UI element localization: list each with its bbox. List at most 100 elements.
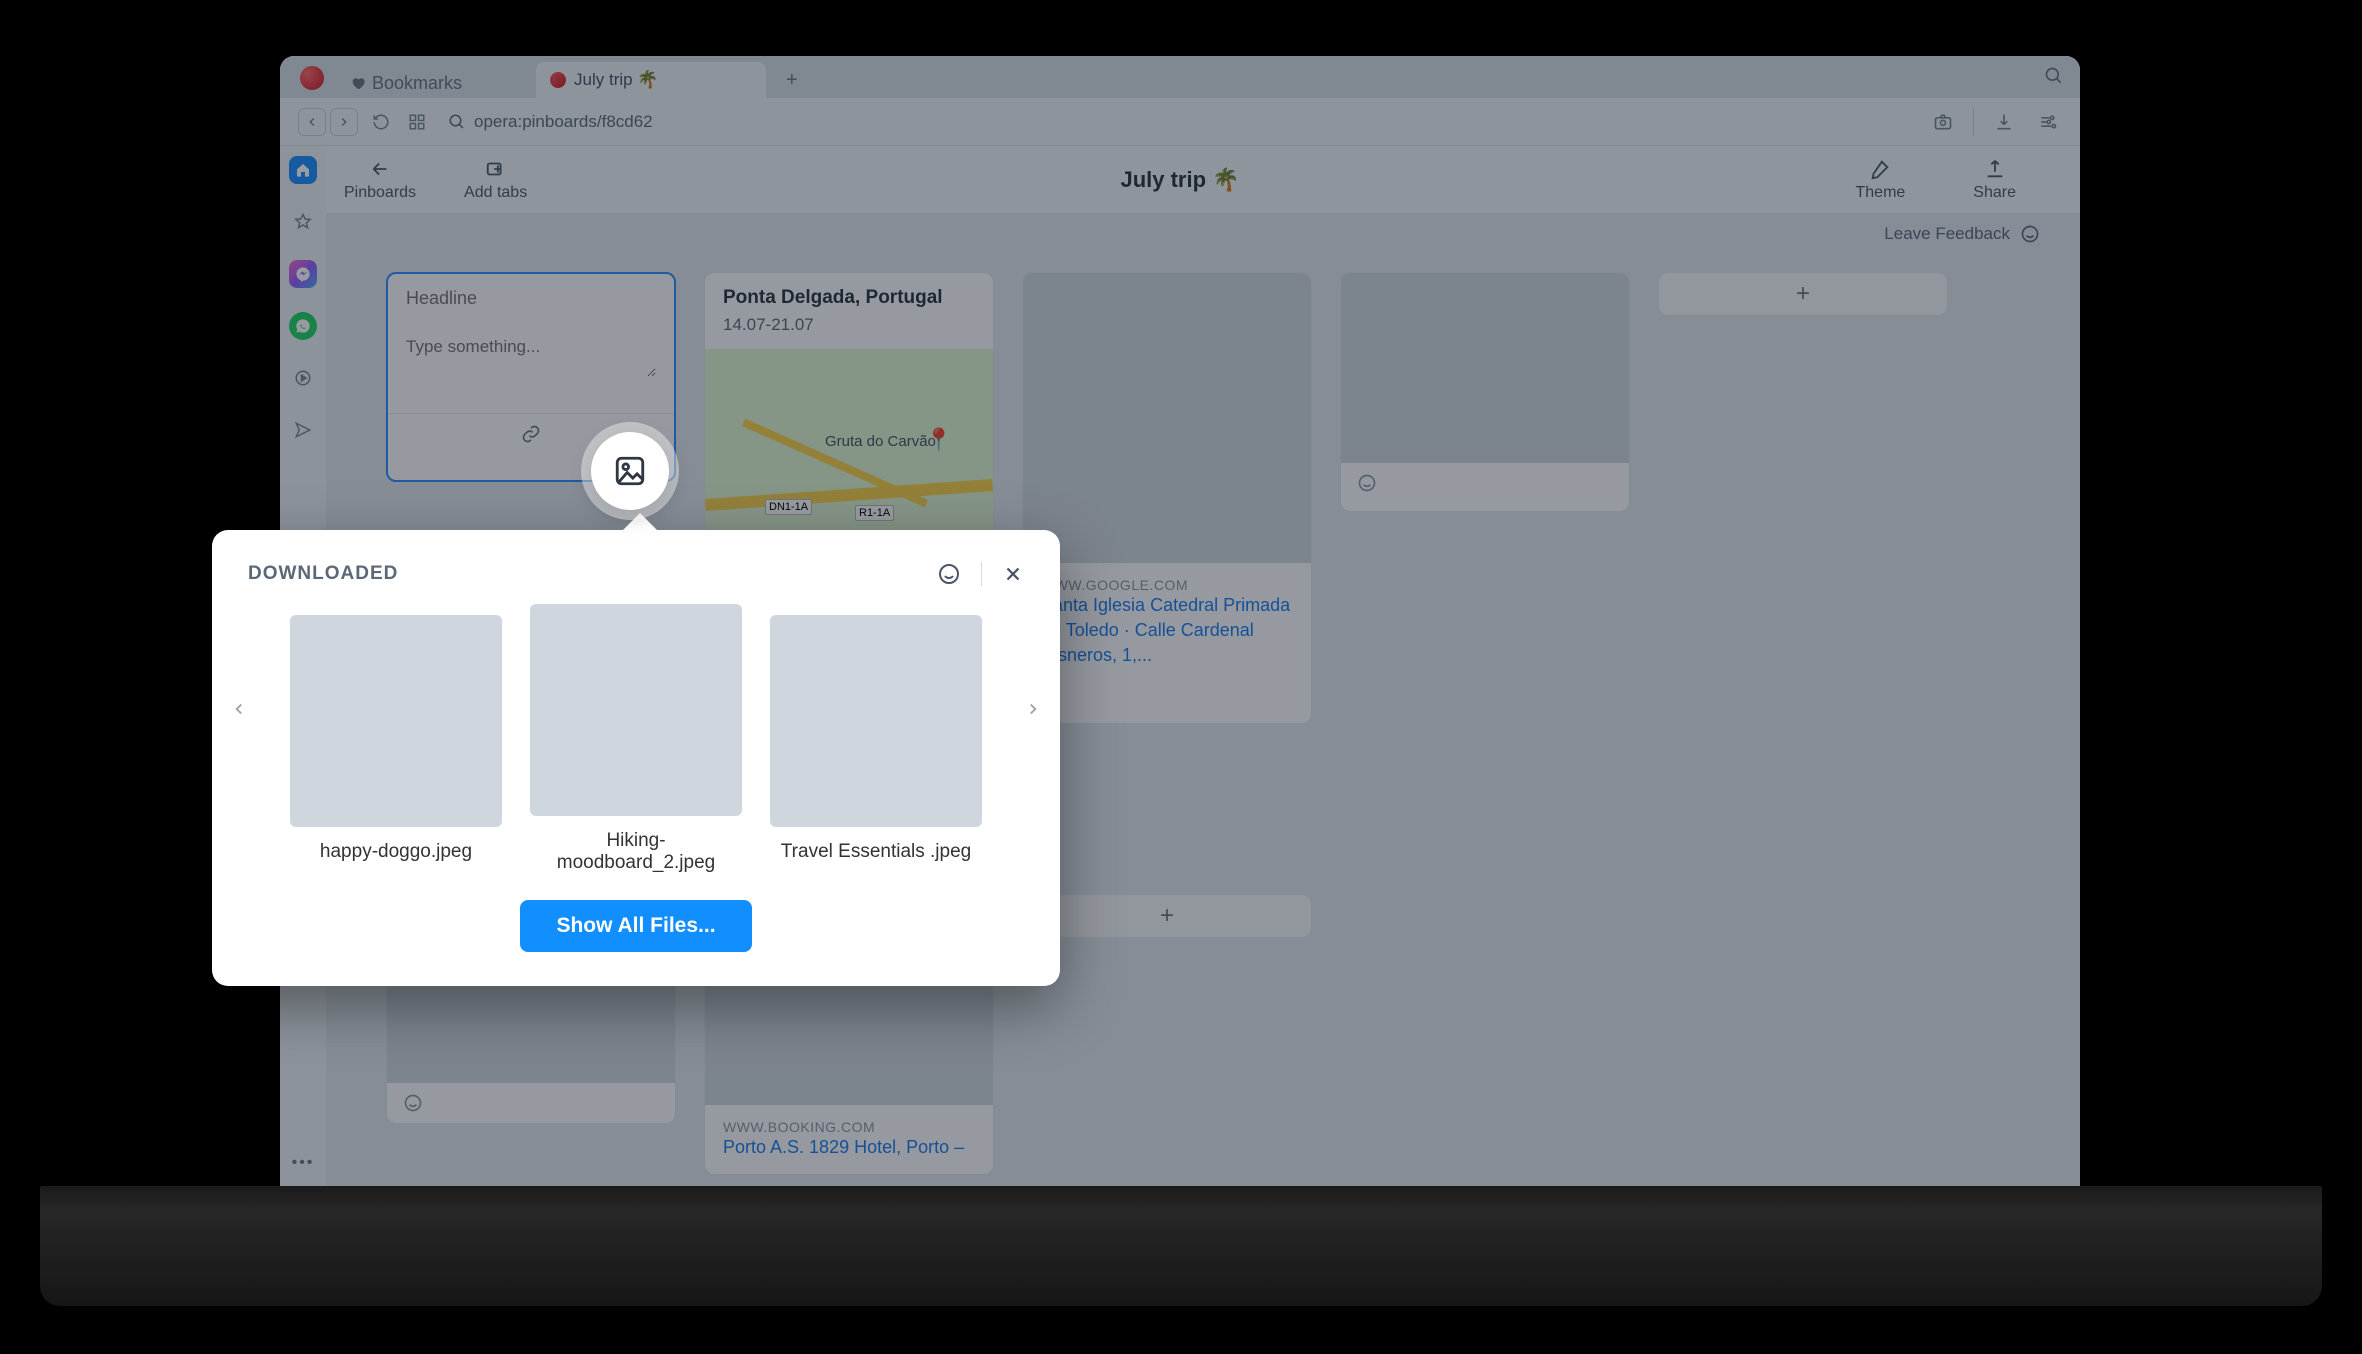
plus-icon: +: [1796, 280, 1810, 308]
leave-feedback-link[interactable]: Leave Feedback: [1884, 224, 2010, 244]
map-poi-label: Gruta do Carvão: [825, 433, 936, 450]
downloads-button[interactable]: [1990, 108, 2018, 136]
whatsapp-icon: [295, 318, 311, 334]
pinboards-back-label: Pinboards: [344, 184, 416, 202]
close-icon: [1002, 563, 1024, 585]
note-body-input[interactable]: [406, 337, 656, 377]
download-item[interactable]: Hiking-moodboard_2.jpeg: [530, 604, 742, 874]
shop-card[interactable]: [1340, 272, 1630, 512]
cathedral-image: [1023, 273, 1311, 563]
bookmarks-button[interactable]: Bookmarks: [336, 68, 476, 98]
laptop-base: [40, 1186, 2322, 1306]
speeddial-button[interactable]: [404, 109, 430, 135]
add-card-button[interactable]: +: [1658, 272, 1948, 316]
chevron-right-icon: [337, 115, 351, 129]
brush-icon: [1869, 158, 1891, 180]
home-icon: [295, 162, 311, 178]
show-all-files-button[interactable]: Show All Files...: [520, 900, 751, 952]
theme-label: Theme: [1856, 184, 1906, 202]
download-item[interactable]: happy-doggo.jpeg: [290, 615, 502, 863]
carousel-prev-button[interactable]: [224, 694, 254, 724]
add-card-button-2[interactable]: +: [1022, 894, 1312, 938]
map-road-r1: R1-1A: [855, 505, 894, 521]
star-icon: [294, 213, 312, 231]
image-attach-badge[interactable]: [591, 432, 669, 510]
image-icon: [613, 454, 647, 488]
cathedral-title: Santa Iglesia Catedral Primada de Toledo…: [1041, 593, 1293, 669]
chevron-left-icon: [230, 700, 248, 718]
sliders-icon: [2038, 112, 2058, 132]
popup-close-button[interactable]: [1002, 563, 1024, 585]
nav-forward-button[interactable]: [330, 108, 358, 136]
new-tab-button[interactable]: +: [776, 63, 808, 98]
share-button[interactable]: Share: [1949, 158, 2040, 202]
search-icon: [448, 113, 466, 131]
note-headline-input[interactable]: [406, 288, 656, 309]
active-tab[interactable]: July trip 🌴: [536, 62, 766, 98]
sidebar-player-button[interactable]: [289, 364, 317, 392]
easysettings-button[interactable]: [2034, 108, 2062, 136]
arrow-left-icon: [369, 158, 391, 180]
add-tabs-button[interactable]: Add tabs: [440, 158, 551, 202]
download-icon: [1994, 112, 2014, 132]
tab-title: July trip 🌴: [574, 70, 658, 90]
smile-icon: [1357, 473, 1377, 493]
popup-emoji-button[interactable]: [937, 562, 961, 586]
thumb-filename: Hiking-moodboard_2.jpeg: [530, 830, 742, 874]
sidebar-messenger-button[interactable]: [289, 260, 317, 288]
share-icon: [1984, 158, 2006, 180]
downloads-popup: DOWNLOADED happy-doggo.jpeg Hiking-moodb…: [212, 530, 1060, 986]
sidebar-flow-button[interactable]: [289, 416, 317, 444]
address-bar: opera:pinboards/f8cd62: [280, 98, 2080, 146]
reload-icon: [372, 113, 390, 131]
tab-search-button[interactable]: [2044, 66, 2064, 86]
messenger-icon: [295, 266, 311, 282]
smile-icon: [403, 1093, 423, 1113]
opera-logo-icon[interactable]: [300, 66, 324, 90]
thumb-image: [770, 615, 982, 827]
porto-source: WWW.BOOKING.COM: [723, 1119, 975, 1135]
sidebar-bookmarks-button[interactable]: [289, 208, 317, 236]
carousel-next-button[interactable]: [1018, 694, 1048, 724]
thumb-image: [290, 615, 502, 827]
separator: [981, 562, 982, 586]
add-tabs-icon: [485, 158, 507, 180]
cathedral-card[interactable]: WWW.GOOGLE.COM Santa Iglesia Catedral Pr…: [1022, 272, 1312, 724]
url-text: opera:pinboards/f8cd62: [474, 112, 653, 132]
chevron-left-icon: [305, 115, 319, 129]
plus-icon: +: [1160, 902, 1174, 930]
link-icon: [521, 424, 541, 444]
pinboards-back-button[interactable]: Pinboards: [320, 158, 440, 202]
sidebar-whatsapp-button[interactable]: [289, 312, 317, 340]
pinboard-toolbar: Pinboards Add tabs July trip 🌴 Theme Sha…: [280, 146, 2080, 214]
nav-back-button[interactable]: [298, 108, 326, 136]
thumb-image: [530, 604, 742, 816]
add-tabs-label: Add tabs: [464, 184, 527, 202]
shop-image: [1341, 273, 1629, 463]
tab-favicon-icon: [550, 72, 566, 88]
popup-section-title: DOWNLOADED: [248, 563, 398, 585]
cathedral-source: WWW.GOOGLE.COM: [1041, 577, 1293, 593]
cathedral-react-button[interactable]: [1023, 683, 1311, 723]
shop-react-button[interactable]: [1341, 463, 1629, 503]
map-dates: 14.07-21.07: [723, 315, 975, 335]
download-item[interactable]: Travel Essentials .jpeg: [770, 615, 982, 863]
snapshot-button[interactable]: [1929, 108, 1957, 136]
popup-header: DOWNLOADED: [248, 562, 1024, 586]
pinboard-title: July trip 🌴: [1120, 167, 1239, 193]
share-label: Share: [1973, 184, 2016, 202]
feedback-row: Leave Feedback: [280, 214, 2080, 254]
url-right-actions: [1929, 108, 2062, 136]
map-road-dn1: DN1-1A: [765, 499, 812, 515]
pinboard-title-text: July trip 🌴: [1120, 167, 1239, 193]
sidebar-more-button[interactable]: •••: [292, 1154, 315, 1172]
bookmarks-label: Bookmarks: [372, 73, 462, 94]
theme-button[interactable]: Theme: [1832, 158, 1930, 202]
thumb-filename: Travel Essentials .jpeg: [781, 841, 971, 863]
smile-icon[interactable]: [2020, 224, 2040, 244]
lake-react-button[interactable]: [387, 1083, 675, 1123]
reload-button[interactable]: [368, 109, 394, 135]
send-icon: [294, 421, 312, 439]
sidebar-home-button[interactable]: [289, 156, 317, 184]
url-field[interactable]: opera:pinboards/f8cd62: [440, 112, 1919, 132]
